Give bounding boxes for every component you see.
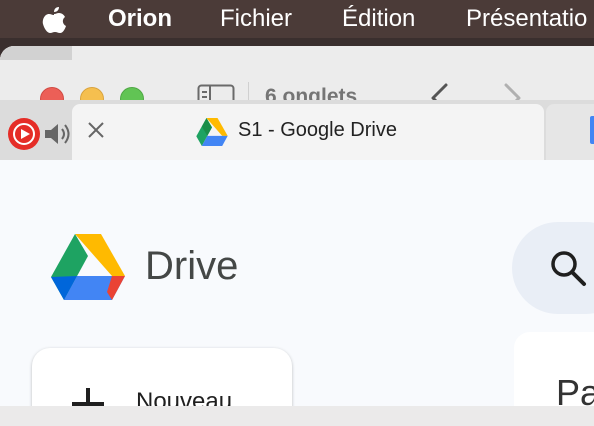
menu-orion[interactable]: Orion bbox=[108, 5, 172, 33]
menu-bar: Orion Fichier Édition Présentatio bbox=[0, 0, 594, 38]
next-tab-favicon-icon bbox=[590, 116, 594, 144]
panel-heading: Pa bbox=[556, 372, 594, 406]
tab-title: S1 - Google Drive bbox=[238, 119, 397, 141]
speaker-audio-icon[interactable] bbox=[43, 120, 73, 148]
tab-close-icon[interactable] bbox=[86, 120, 106, 140]
apple-menu-icon[interactable] bbox=[40, 5, 68, 38]
next-tab[interactable] bbox=[546, 104, 594, 160]
new-button-label: Nouveau bbox=[136, 388, 233, 406]
plus-icon bbox=[70, 386, 106, 406]
google-drive-favicon-icon bbox=[196, 118, 228, 146]
youtube-play-icon[interactable] bbox=[8, 118, 40, 150]
previous-tab[interactable] bbox=[0, 46, 72, 60]
drive-brand-name: Drive bbox=[145, 244, 239, 288]
menu-presentation[interactable]: Présentatio bbox=[466, 5, 587, 33]
search-icon[interactable] bbox=[548, 248, 588, 288]
window-content: S1 - Google Drive Drive Nouveau Pa bbox=[0, 46, 594, 406]
menu-fichier[interactable]: Fichier bbox=[220, 5, 292, 33]
menu-edition[interactable]: Édition bbox=[342, 5, 415, 33]
google-drive-logo-icon[interactable] bbox=[51, 234, 125, 300]
